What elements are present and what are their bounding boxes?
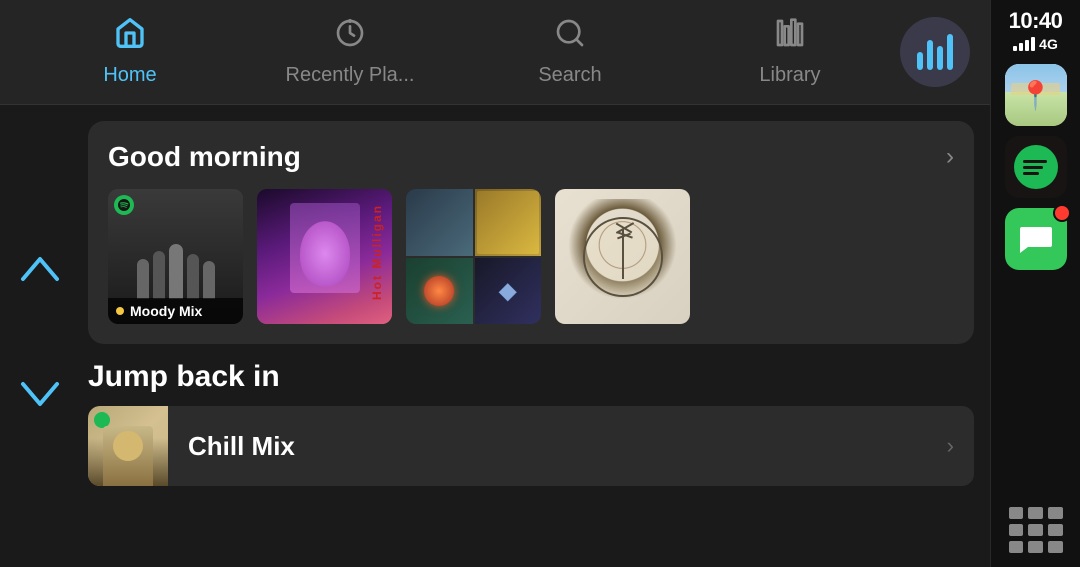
moody-mix-label: Moody Mix xyxy=(108,298,243,324)
right-sidebar: 10:40 4G 📍 xyxy=(990,0,1080,567)
grid-dot-8 xyxy=(1028,541,1043,553)
content-area: Good morning › xyxy=(80,105,990,567)
signal-bars xyxy=(1013,37,1035,51)
equalizer-bars xyxy=(917,34,953,70)
status-icons: 4G xyxy=(1013,36,1058,52)
quad-cell-4: ◆ xyxy=(475,258,542,325)
main-content: Home Recently Pla... Search xyxy=(0,0,990,567)
chill-mix-art xyxy=(88,406,168,486)
good-morning-title: Good morning xyxy=(108,141,301,173)
spotify-app-icon[interactable] xyxy=(1005,136,1067,198)
library-label: Library xyxy=(759,64,820,87)
nav-bar: Home Recently Pla... Search xyxy=(0,0,990,105)
nav-library[interactable]: Library xyxy=(680,7,900,97)
search-label: Search xyxy=(538,64,601,87)
maps-inner: 📍 xyxy=(1005,64,1067,126)
wave-1 xyxy=(1023,160,1047,163)
scroll-controls xyxy=(0,105,80,567)
nav-recently-played[interactable]: Recently Pla... xyxy=(240,7,460,97)
quad-cell-2 xyxy=(475,189,542,256)
jump-back-title: Jump back in xyxy=(88,360,974,394)
grid-dot-1 xyxy=(1009,507,1024,519)
grid-dot-5 xyxy=(1028,524,1043,536)
grid-dot-4 xyxy=(1009,524,1024,536)
album-moody-mix[interactable]: Moody Mix xyxy=(108,189,243,324)
home-label: Home xyxy=(103,64,156,87)
album-hot-mulligan[interactable]: Hot Mulligan xyxy=(257,189,392,324)
grid-dot-6 xyxy=(1048,524,1063,536)
library-icon xyxy=(774,17,806,56)
signal-bar-1 xyxy=(1013,46,1017,51)
messages-app-icon[interactable] xyxy=(1005,208,1067,270)
scroll-down-button[interactable] xyxy=(17,376,63,421)
grid-dot-9 xyxy=(1048,541,1063,553)
now-playing-avatar[interactable] xyxy=(900,17,970,87)
maps-app-icon[interactable]: 📍 xyxy=(1005,64,1067,126)
quad-cell-3 xyxy=(406,258,473,325)
jump-back-section: Jump back in Chill Mix › xyxy=(80,352,990,567)
chill-mix-row[interactable]: Chill Mix › xyxy=(88,406,974,486)
status-time: 10:40 xyxy=(1009,8,1063,34)
nav-search[interactable]: Search xyxy=(460,7,680,97)
album-grid: Moody Mix Hot Mulligan xyxy=(108,189,954,324)
home-icon xyxy=(114,17,146,56)
status-bar: 10:40 4G xyxy=(991,0,1080,52)
app-icons: 📍 xyxy=(1005,52,1067,503)
good-morning-section: Good morning › xyxy=(88,121,974,344)
grid-dot-2 xyxy=(1028,507,1043,519)
wave-3 xyxy=(1023,172,1039,175)
eq-bar-2 xyxy=(927,40,933,70)
good-morning-arrow[interactable]: › xyxy=(946,143,954,171)
signal-bar-4 xyxy=(1031,37,1035,51)
quad-cell-1 xyxy=(406,189,473,256)
chill-mix-label: Chill Mix xyxy=(168,431,947,462)
chill-mix-arrow[interactable]: › xyxy=(947,433,974,459)
grid-dot-7 xyxy=(1009,541,1024,553)
messages-badge xyxy=(1053,204,1071,222)
spotify-badge-moody xyxy=(114,195,134,215)
eq-bar-1 xyxy=(917,52,923,70)
eq-bar-4 xyxy=(947,34,953,70)
clock-icon xyxy=(334,17,366,56)
album-quad[interactable]: ◆ xyxy=(406,189,541,324)
spotify-waves xyxy=(1023,160,1049,175)
eq-bar-3 xyxy=(937,46,943,70)
spotify-inner xyxy=(1014,145,1058,189)
moody-mix-text: Moody Mix xyxy=(130,303,202,319)
network-type: 4G xyxy=(1039,36,1058,52)
grid-dot-3 xyxy=(1048,507,1063,519)
good-morning-header: Good morning › xyxy=(108,141,954,173)
grid-button[interactable] xyxy=(1005,503,1067,557)
signal-bar-3 xyxy=(1025,40,1029,51)
search-icon xyxy=(554,17,586,56)
scroll-up-button[interactable] xyxy=(17,251,63,296)
messages-bubble-icon xyxy=(1018,221,1054,257)
signal-bar-2 xyxy=(1019,43,1023,51)
album-sketch[interactable] xyxy=(555,189,690,324)
nav-home[interactable]: Home xyxy=(20,7,240,97)
wave-2 xyxy=(1023,166,1043,169)
recently-played-label: Recently Pla... xyxy=(286,64,415,87)
moody-dot xyxy=(116,307,124,315)
